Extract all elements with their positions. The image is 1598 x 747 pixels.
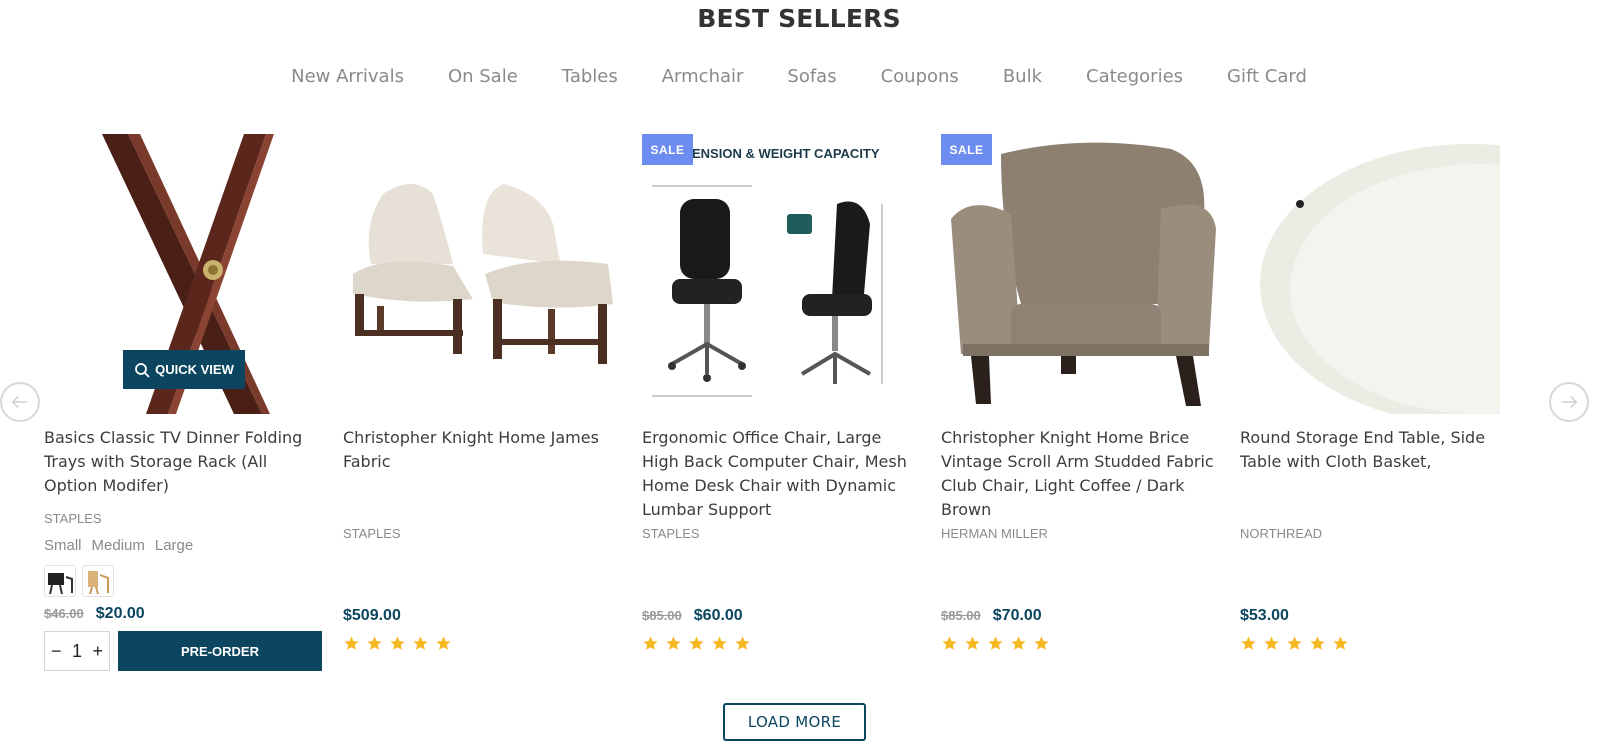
product-card[interactable]: QUICK VIEW Basics Classic TV Dinner Fold… xyxy=(44,134,324,671)
star-icon xyxy=(1264,636,1279,650)
product-image[interactable]: SALE xyxy=(941,134,1221,414)
star-icon xyxy=(413,636,428,650)
size-option-medium[interactable]: Medium xyxy=(92,537,145,554)
product-image[interactable] xyxy=(1240,134,1500,414)
load-more-button[interactable]: LOAD MORE xyxy=(723,703,866,741)
star-icon xyxy=(666,636,681,650)
tab-sofas[interactable]: Sofas xyxy=(787,66,836,87)
current-price: $53.00 xyxy=(1240,607,1289,624)
price-row: $46.00 $20.00 xyxy=(44,605,324,623)
size-option-large[interactable]: Large xyxy=(155,537,193,554)
product-card[interactable]: ENSION & WEIGHT CAPACITY SALE Ergonomic … xyxy=(642,134,922,652)
star-icon xyxy=(1333,636,1348,650)
natural-swatch[interactable] xyxy=(82,565,114,597)
product-card[interactable]: Round Storage End Table, Side Table with… xyxy=(1240,134,1520,652)
price-row: $509.00 xyxy=(343,607,623,625)
quantity-stepper[interactable]: − 1 + xyxy=(44,631,110,671)
product-card[interactable]: SALE Christopher Knight Home Brice Vinta… xyxy=(941,134,1221,652)
product-brand: STAPLES xyxy=(642,526,700,541)
add-to-cart-row: − 1 + PRE-ORDER xyxy=(44,631,324,671)
rating-stars xyxy=(1240,635,1520,652)
product-brand: STAPLES xyxy=(44,511,102,526)
image-banner-text: ENSION & WEIGHT CAPACITY xyxy=(692,146,880,161)
arrow-left-icon xyxy=(11,395,28,409)
star-icon xyxy=(1287,636,1302,650)
old-price: $85.00 xyxy=(941,608,981,623)
old-price: $85.00 xyxy=(642,608,682,623)
product-brand: NORTHREAD xyxy=(1240,526,1323,541)
old-price: $46.00 xyxy=(44,606,84,621)
price-row: $85.00 $60.00 xyxy=(642,607,922,625)
star-icon xyxy=(436,636,451,650)
star-icon xyxy=(735,636,750,650)
current-price: $20.00 xyxy=(95,605,145,622)
current-price: $60.00 xyxy=(693,607,743,624)
star-icon xyxy=(689,636,704,650)
category-tabs: New Arrivals On Sale Tables Armchair Sof… xyxy=(0,66,1598,87)
tab-coupons[interactable]: Coupons xyxy=(881,66,959,87)
quick-view-button[interactable]: QUICK VIEW xyxy=(123,350,245,389)
arrow-right-icon xyxy=(1561,395,1578,409)
tab-on-sale[interactable]: On Sale xyxy=(448,66,518,87)
size-option-small[interactable]: Small xyxy=(44,537,82,554)
club-chair-image xyxy=(951,142,1216,406)
minus-icon[interactable]: − xyxy=(51,641,62,662)
round-table-image xyxy=(1260,144,1500,414)
section-title: BEST SELLERS xyxy=(697,4,901,33)
star-icon xyxy=(344,636,359,650)
star-icon xyxy=(1011,636,1026,650)
quantity-value[interactable]: 1 xyxy=(72,641,82,662)
tab-bulk[interactable]: Bulk xyxy=(1003,66,1042,87)
product-brand: HERMAN MILLER xyxy=(941,526,1048,541)
product-name[interactable]: Basics Classic TV Dinner Folding Trays w… xyxy=(44,426,324,495)
carousel-prev-button[interactable] xyxy=(0,382,40,422)
product-name[interactable]: Round Storage End Table, Side Table with… xyxy=(1240,426,1520,522)
product-brand: STAPLES xyxy=(343,526,401,541)
star-icon xyxy=(942,636,957,650)
tab-tables[interactable]: Tables xyxy=(562,66,618,87)
tab-new-arrivals[interactable]: New Arrivals xyxy=(291,66,404,87)
current-price: $509.00 xyxy=(343,607,401,624)
rating-stars xyxy=(343,635,623,652)
sale-badge: SALE xyxy=(642,134,693,165)
star-icon xyxy=(390,636,405,650)
star-icon xyxy=(988,636,1003,650)
star-icon xyxy=(367,636,382,650)
rating-stars xyxy=(642,635,922,652)
current-price: $70.00 xyxy=(992,607,1042,624)
pre-order-button[interactable]: PRE-ORDER xyxy=(118,631,322,671)
search-icon xyxy=(135,362,150,378)
product-name[interactable]: Ergonomic Office Chair, Large High Back … xyxy=(642,426,922,522)
product-name[interactable]: Christopher Knight Home James Fabric xyxy=(343,426,623,522)
product-image[interactable] xyxy=(343,134,623,414)
dining-chairs-image xyxy=(353,184,613,364)
dark-tray-thumbnail-icon xyxy=(48,573,73,595)
star-icon xyxy=(1310,636,1325,650)
office-chair-image: ENSION & WEIGHT CAPACITY xyxy=(652,146,883,397)
dark-swatch[interactable] xyxy=(44,565,76,597)
star-icon xyxy=(1241,636,1256,650)
plus-icon[interactable]: + xyxy=(92,641,103,662)
tab-categories[interactable]: Categories xyxy=(1086,66,1183,87)
size-options: Small Medium Large xyxy=(44,537,324,554)
star-icon xyxy=(965,636,980,650)
price-row: $85.00 $70.00 xyxy=(941,607,1221,625)
carousel-next-button[interactable] xyxy=(1549,382,1589,422)
price-row: $53.00 xyxy=(1240,607,1520,625)
sale-badge: SALE xyxy=(941,134,992,165)
star-icon xyxy=(712,636,727,650)
color-swatches xyxy=(44,565,324,597)
product-name[interactable]: Christopher Knight Home Brice Vintage Sc… xyxy=(941,426,1221,522)
quick-view-label: QUICK VIEW xyxy=(155,362,234,377)
natural-tray-thumbnail-icon xyxy=(88,571,109,595)
product-image[interactable]: ENSION & WEIGHT CAPACITY SALE xyxy=(642,134,922,414)
tab-gift-card[interactable]: Gift Card xyxy=(1227,66,1307,87)
rating-stars xyxy=(941,635,1221,652)
product-image[interactable]: QUICK VIEW xyxy=(44,134,324,414)
product-card[interactable]: Christopher Knight Home James Fabric STA… xyxy=(343,134,623,652)
star-icon xyxy=(1034,636,1049,650)
star-icon xyxy=(643,636,658,650)
tab-armchair[interactable]: Armchair xyxy=(662,66,744,87)
